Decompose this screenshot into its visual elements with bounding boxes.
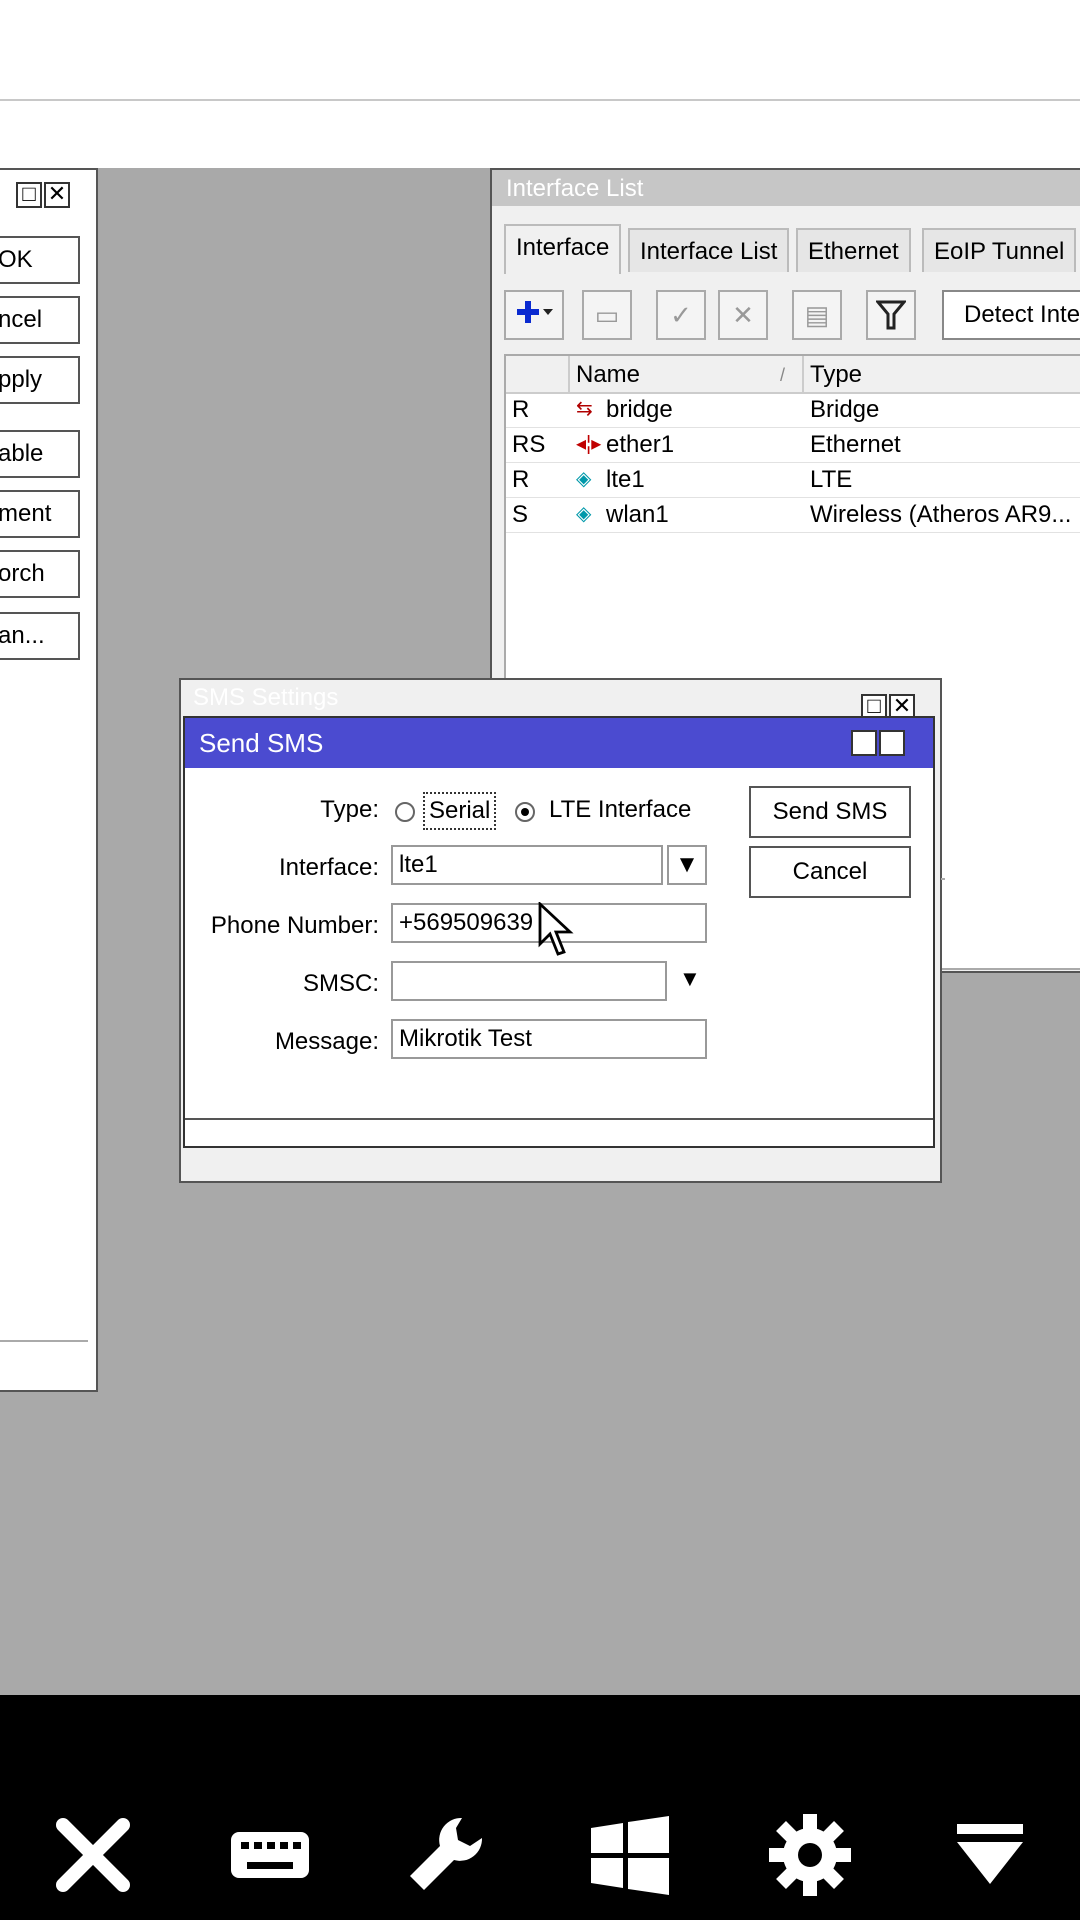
column-separator: [568, 356, 570, 392]
row-name: lte1: [606, 466, 645, 493]
window-title: Interface List: [492, 170, 1080, 206]
interface-select[interactable]: lte1: [391, 845, 663, 885]
filter-icon: [874, 300, 908, 330]
message-label: Message:: [274, 1028, 379, 1055]
maximize-icon[interactable]: □: [851, 730, 877, 756]
divider: [0, 1340, 88, 1342]
row-type: LTE: [810, 466, 853, 493]
keyboard-icon[interactable]: [225, 1810, 315, 1900]
add-button[interactable]: [504, 290, 564, 340]
tab-eoip-tunnel[interactable]: EoIP Tunnel: [922, 228, 1077, 272]
divider: [185, 1118, 933, 1120]
tab-ethernet[interactable]: Ethernet: [796, 228, 911, 272]
message-input[interactable]: Mikrotik Test: [391, 1019, 707, 1059]
disable-button[interactable]: able: [0, 430, 80, 478]
column-type[interactable]: Type: [810, 356, 862, 394]
dialog-title-bar: Send SMS □ ✕: [185, 718, 933, 768]
row-type: Ethernet: [810, 431, 901, 458]
divider: [941, 878, 945, 880]
lte-interface-option-label[interactable]: LTE Interface: [549, 796, 691, 824]
enable-button[interactable]: ✓: [656, 290, 706, 340]
row-name: ether1: [606, 431, 675, 458]
comment-button[interactable]: ▤: [792, 290, 842, 340]
close-icon[interactable]: ✕: [44, 182, 70, 208]
close-icon[interactable]: [48, 1810, 138, 1900]
cursor-icon: [538, 902, 574, 956]
row-flag: R: [512, 466, 530, 493]
taskbar: [0, 1695, 1080, 1920]
ethernet-icon: ◂¦▸: [576, 433, 602, 455]
tab-interface-list[interactable]: Interface List: [628, 228, 790, 272]
gear-icon[interactable]: [765, 1810, 855, 1900]
wrench-icon[interactable]: [400, 1810, 490, 1900]
serial-option-label[interactable]: Serial: [423, 792, 497, 830]
wireless-icon: ◈: [576, 503, 592, 525]
note-icon: ▤: [804, 300, 830, 330]
minus-icon: ▭: [594, 300, 620, 330]
cancel-button[interactable]: Cancel: [749, 846, 911, 898]
row-type: Wireless (Atheros AR9...: [810, 501, 1072, 528]
chevron-down-icon: ▼: [675, 851, 699, 878]
top-area: [0, 0, 1080, 168]
wireless-icon: ◈: [576, 468, 592, 490]
table-row[interactable]: S ◈ wlan1 Wireless (Atheros AR9...: [506, 497, 1080, 533]
column-separator: [802, 356, 804, 392]
left-window: □ ✕ OK ncel pply able ment orch an...: [0, 168, 98, 1392]
close-icon[interactable]: ✕: [879, 730, 905, 756]
column-name[interactable]: Name: [576, 356, 640, 394]
table-row[interactable]: R ⇆ bridge Bridge: [506, 392, 1080, 428]
remove-button[interactable]: ▭: [582, 290, 632, 340]
plus-icon: [517, 301, 553, 323]
table-row[interactable]: RS ◂¦▸ ether1 Ethernet: [506, 427, 1080, 463]
collapse-icon[interactable]: [945, 1810, 1035, 1900]
bridge-icon: ⇆: [576, 398, 593, 420]
top-divider: [0, 99, 1080, 101]
row-name: wlan1: [606, 501, 669, 528]
dialog-title: Send SMS: [199, 728, 324, 758]
disable-button[interactable]: ✕: [718, 290, 768, 340]
maximize-icon[interactable]: □: [16, 182, 42, 208]
phone-number-label: Phone Number:: [210, 912, 379, 939]
row-flag: R: [512, 396, 530, 423]
windows-icon[interactable]: [585, 1810, 675, 1900]
send-sms-button[interactable]: Send SMS: [749, 786, 911, 838]
chevron-down-icon[interactable]: ▼: [679, 966, 701, 992]
table-header: Name / Type: [506, 356, 1080, 394]
torch-button[interactable]: orch: [0, 550, 80, 598]
sort-icon: /: [780, 365, 786, 385]
smsc-input[interactable]: [391, 961, 667, 1001]
dropdown-button[interactable]: ▼: [667, 845, 707, 885]
radio-lte-interface[interactable]: [515, 802, 535, 822]
table-row[interactable]: R ◈ lte1 LTE: [506, 462, 1080, 498]
comment-button[interactable]: ment: [0, 490, 80, 538]
tab-interface[interactable]: Interface: [504, 224, 622, 274]
radio-serial[interactable]: [395, 802, 415, 822]
check-icon: ✓: [670, 300, 692, 330]
ok-button[interactable]: OK: [0, 236, 80, 284]
row-type: Bridge: [810, 396, 880, 423]
row-name: bridge: [606, 396, 673, 423]
filter-button[interactable]: [866, 290, 916, 340]
smsc-label: SMSC:: [302, 970, 379, 997]
scan-button[interactable]: an...: [0, 612, 80, 660]
row-flag: RS: [512, 431, 546, 458]
window-title: SMS Settings: [193, 684, 339, 711]
cancel-button[interactable]: ncel: [0, 296, 80, 344]
interface-label: Interface:: [278, 854, 379, 881]
type-label: Type:: [320, 796, 379, 823]
cross-icon: ✕: [732, 300, 754, 330]
row-flag: S: [512, 501, 529, 528]
detect-internet-button[interactable]: Detect Inte: [942, 290, 1080, 340]
apply-button[interactable]: pply: [0, 356, 80, 404]
